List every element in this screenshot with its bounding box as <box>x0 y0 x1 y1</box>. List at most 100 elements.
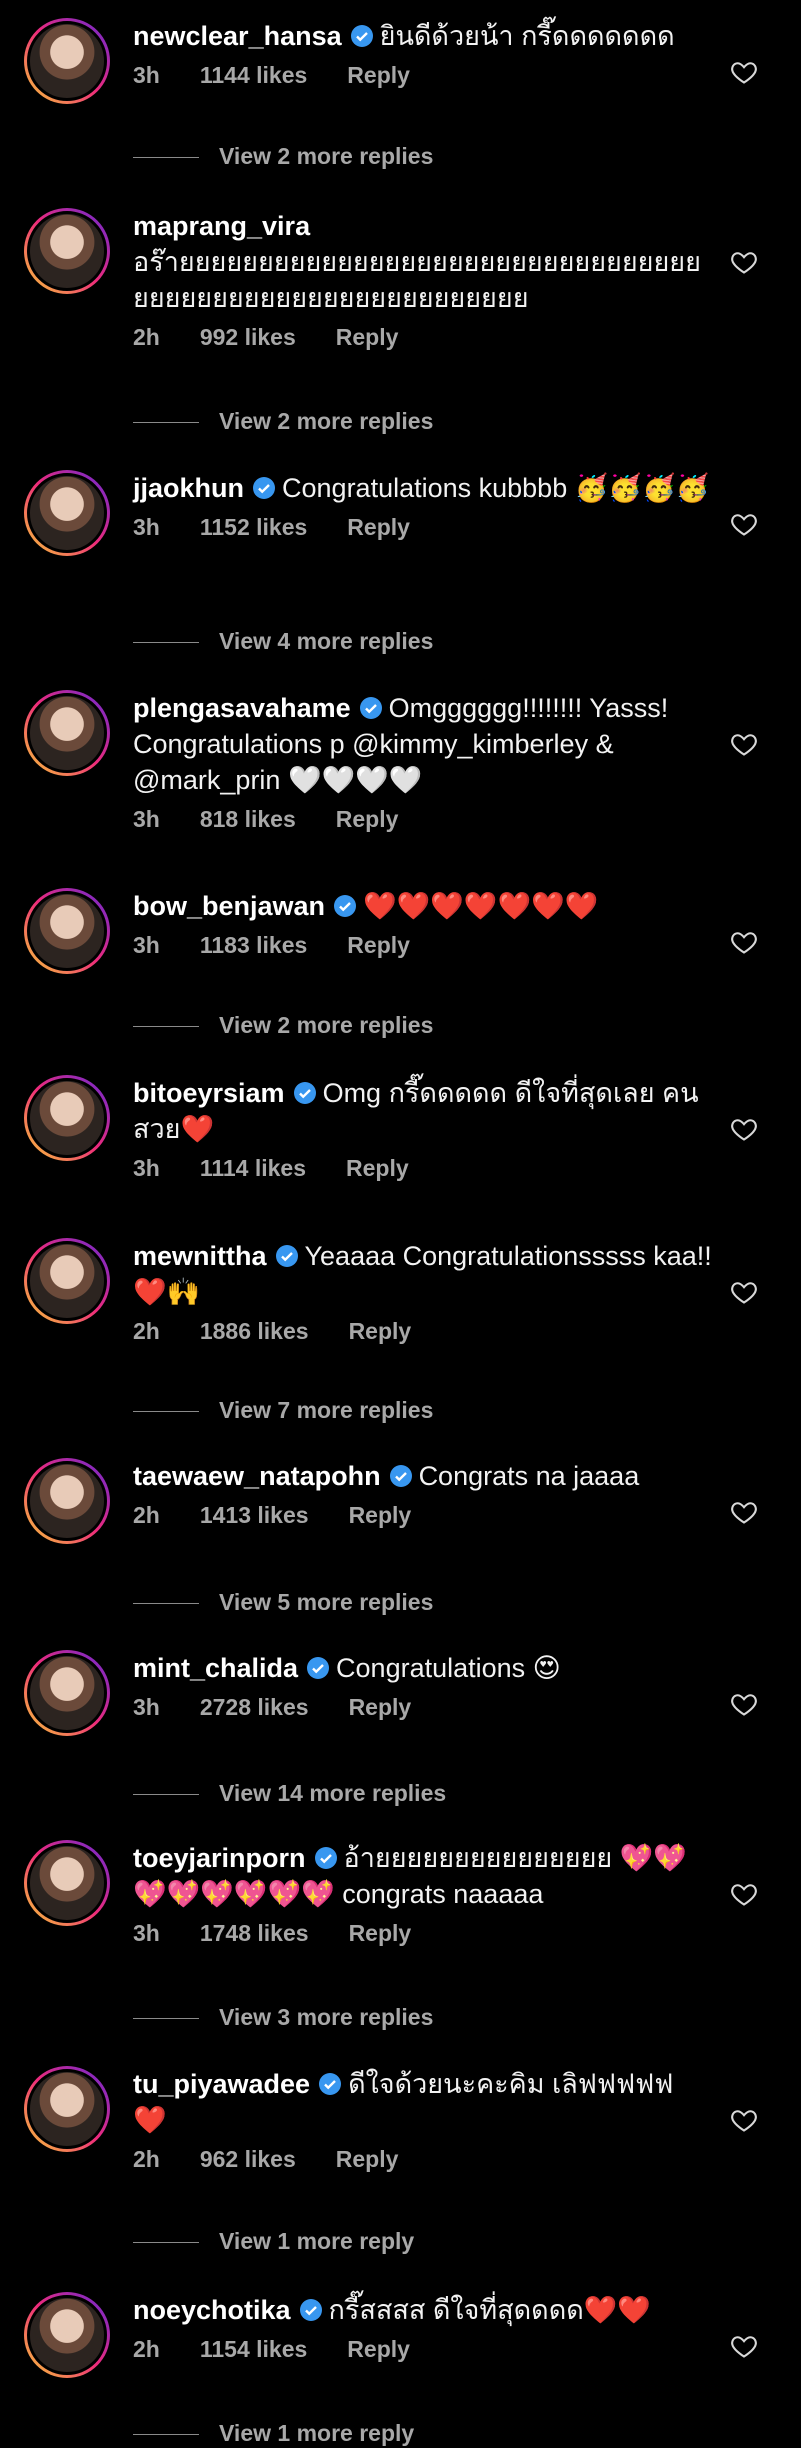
username-link[interactable]: jjaokhun <box>133 473 244 503</box>
likes-count[interactable]: 1886 likes <box>200 1318 309 1344</box>
avatar[interactable] <box>24 2066 110 2152</box>
avatar[interactable] <box>24 1075 110 1161</box>
verified-badge-icon <box>318 2069 342 2095</box>
view-more-replies-label: View 2 more replies <box>219 1012 434 1038</box>
reply-button[interactable]: Reply <box>336 324 399 350</box>
avatar[interactable] <box>24 1458 110 1544</box>
username-link[interactable]: toeyjarinporn <box>133 1843 306 1873</box>
comment-meta: 3h 1748 likes Reply <box>133 1920 713 1947</box>
comment-text: plengasavahame Omgggggg!!!!!!!! Yasss! Co… <box>133 690 713 798</box>
username-link[interactable]: bitoeyrsiam <box>133 1078 285 1108</box>
username-link[interactable]: noeychotika <box>133 2295 291 2325</box>
view-more-replies-button[interactable]: View 3 more replies <box>133 2004 433 2031</box>
replies-divider-line <box>133 2018 199 2020</box>
reply-button[interactable]: Reply <box>346 1155 409 1181</box>
reply-button[interactable]: Reply <box>349 1502 412 1528</box>
verified-badge-icon <box>293 1078 317 1104</box>
username-link[interactable]: mint_chalida <box>133 1653 298 1683</box>
like-heart-icon[interactable] <box>730 1690 758 1718</box>
like-heart-icon[interactable] <box>730 248 758 276</box>
comment-time: 3h <box>133 1155 160 1181</box>
avatar[interactable] <box>24 18 110 104</box>
view-more-replies-label: View 4 more replies <box>219 628 434 654</box>
likes-count[interactable]: 1154 likes <box>200 2336 307 2362</box>
reply-button[interactable]: Reply <box>349 1694 412 1720</box>
avatar[interactable] <box>24 888 110 974</box>
view-more-replies-button[interactable]: View 1 more reply <box>133 2228 414 2255</box>
username-link[interactable]: mewnittha <box>133 1241 267 1271</box>
view-more-replies-button[interactable]: View 2 more replies <box>133 408 433 435</box>
verified-badge-icon <box>252 473 276 499</box>
like-heart-icon[interactable] <box>730 2106 758 2134</box>
comment-meta: 3h 818 likes Reply <box>133 806 713 833</box>
like-heart-icon[interactable] <box>730 510 758 538</box>
comment-body: ❤️❤️❤️❤️❤️❤️❤️ <box>363 891 599 921</box>
username-link[interactable]: taewaew_natapohn <box>133 1461 381 1491</box>
reply-button[interactable]: Reply <box>349 1920 412 1946</box>
comment-meta: 3h 1152 likes Reply <box>133 514 713 541</box>
reply-button[interactable]: Reply <box>336 2146 399 2172</box>
like-heart-icon[interactable] <box>730 1498 758 1526</box>
username-link[interactable]: tu_piyawadee <box>133 2069 310 2099</box>
reply-button[interactable]: Reply <box>347 2336 410 2362</box>
view-more-replies-button[interactable]: View 2 more replies <box>133 1012 433 1039</box>
likes-count[interactable]: 1183 likes <box>200 932 307 958</box>
comment-time: 3h <box>133 806 160 832</box>
comment-text: bow_benjawan ❤️❤️❤️❤️❤️❤️❤️ <box>133 888 713 924</box>
comment-text: noeychotika กรี๊สสสส ดีใจที่สุดดดด❤️❤️ <box>133 2292 713 2328</box>
username-link[interactable]: plengasavahame <box>133 693 351 723</box>
likes-count[interactable]: 962 likes <box>200 2146 296 2172</box>
comment-time: 2h <box>133 2146 160 2172</box>
avatar[interactable] <box>24 1840 110 1926</box>
comment-text: bitoeyrsiam Omg กรี๊ดดดดด ดีใจที่สุดเลย ค… <box>133 1075 713 1147</box>
comment-meta: 2h 962 likes Reply <box>133 2146 713 2173</box>
view-more-replies-label: View 5 more replies <box>219 1589 434 1615</box>
comment-text: maprang_vira อร๊ายยยยยยยยยยยยยยยยยยยยยยย… <box>133 208 713 316</box>
like-heart-icon[interactable] <box>730 730 758 758</box>
like-heart-icon[interactable] <box>730 1278 758 1306</box>
comment-meta: 2h 1886 likes Reply <box>133 1318 713 1345</box>
like-heart-icon[interactable] <box>730 2332 758 2360</box>
avatar[interactable] <box>24 2292 110 2378</box>
likes-count[interactable]: 1114 likes <box>200 1155 306 1181</box>
like-heart-icon[interactable] <box>730 1115 758 1143</box>
avatar[interactable] <box>24 470 110 556</box>
comment-body: Congratulations kubbbb 🥳🥳🥳🥳 <box>282 473 710 503</box>
view-more-replies-button[interactable]: View 5 more replies <box>133 1589 433 1616</box>
comment-text: newclear_hansa ยินดีด้วยน้า กรี๊ดดดดดดด <box>133 18 713 54</box>
like-heart-icon[interactable] <box>730 1880 758 1908</box>
comment-meta: 2h 1154 likes Reply <box>133 2336 713 2363</box>
reply-button[interactable]: Reply <box>347 932 410 958</box>
like-heart-icon[interactable] <box>730 928 758 956</box>
replies-divider-line <box>133 1794 199 1796</box>
like-heart-icon[interactable] <box>730 58 758 86</box>
username-link[interactable]: maprang_vira <box>133 211 310 241</box>
reply-button[interactable]: Reply <box>336 806 399 832</box>
comment-text: taewaew_natapohn Congrats na jaaaa <box>133 1458 713 1494</box>
view-more-replies-button[interactable]: View 1 more reply <box>133 2420 414 2447</box>
likes-count[interactable]: 1413 likes <box>200 1502 309 1528</box>
likes-count[interactable]: 992 likes <box>200 324 296 350</box>
likes-count[interactable]: 1748 likes <box>200 1920 309 1946</box>
view-more-replies-button[interactable]: View 7 more replies <box>133 1397 433 1424</box>
reply-button[interactable]: Reply <box>347 514 410 540</box>
reply-button[interactable]: Reply <box>347 62 410 88</box>
view-more-replies-label: View 3 more replies <box>219 2004 434 2030</box>
reply-button[interactable]: Reply <box>349 1318 412 1344</box>
avatar[interactable] <box>24 690 110 776</box>
likes-count[interactable]: 2728 likes <box>200 1694 309 1720</box>
avatar[interactable] <box>24 1650 110 1736</box>
comment-text: mewnittha Yeaaaa Congratulationsssss kaa!… <box>133 1238 713 1310</box>
likes-count[interactable]: 1152 likes <box>200 514 307 540</box>
comment-time: 2h <box>133 324 160 350</box>
comment-meta: 2h 1413 likes Reply <box>133 1502 713 1529</box>
likes-count[interactable]: 818 likes <box>200 806 296 832</box>
view-more-replies-button[interactable]: View 2 more replies <box>133 143 433 170</box>
username-link[interactable]: newclear_hansa <box>133 21 342 51</box>
view-more-replies-button[interactable]: View 4 more replies <box>133 628 433 655</box>
view-more-replies-button[interactable]: View 14 more replies <box>133 1780 446 1807</box>
likes-count[interactable]: 1144 likes <box>200 62 307 88</box>
avatar[interactable] <box>24 208 110 294</box>
avatar[interactable] <box>24 1238 110 1324</box>
username-link[interactable]: bow_benjawan <box>133 891 325 921</box>
